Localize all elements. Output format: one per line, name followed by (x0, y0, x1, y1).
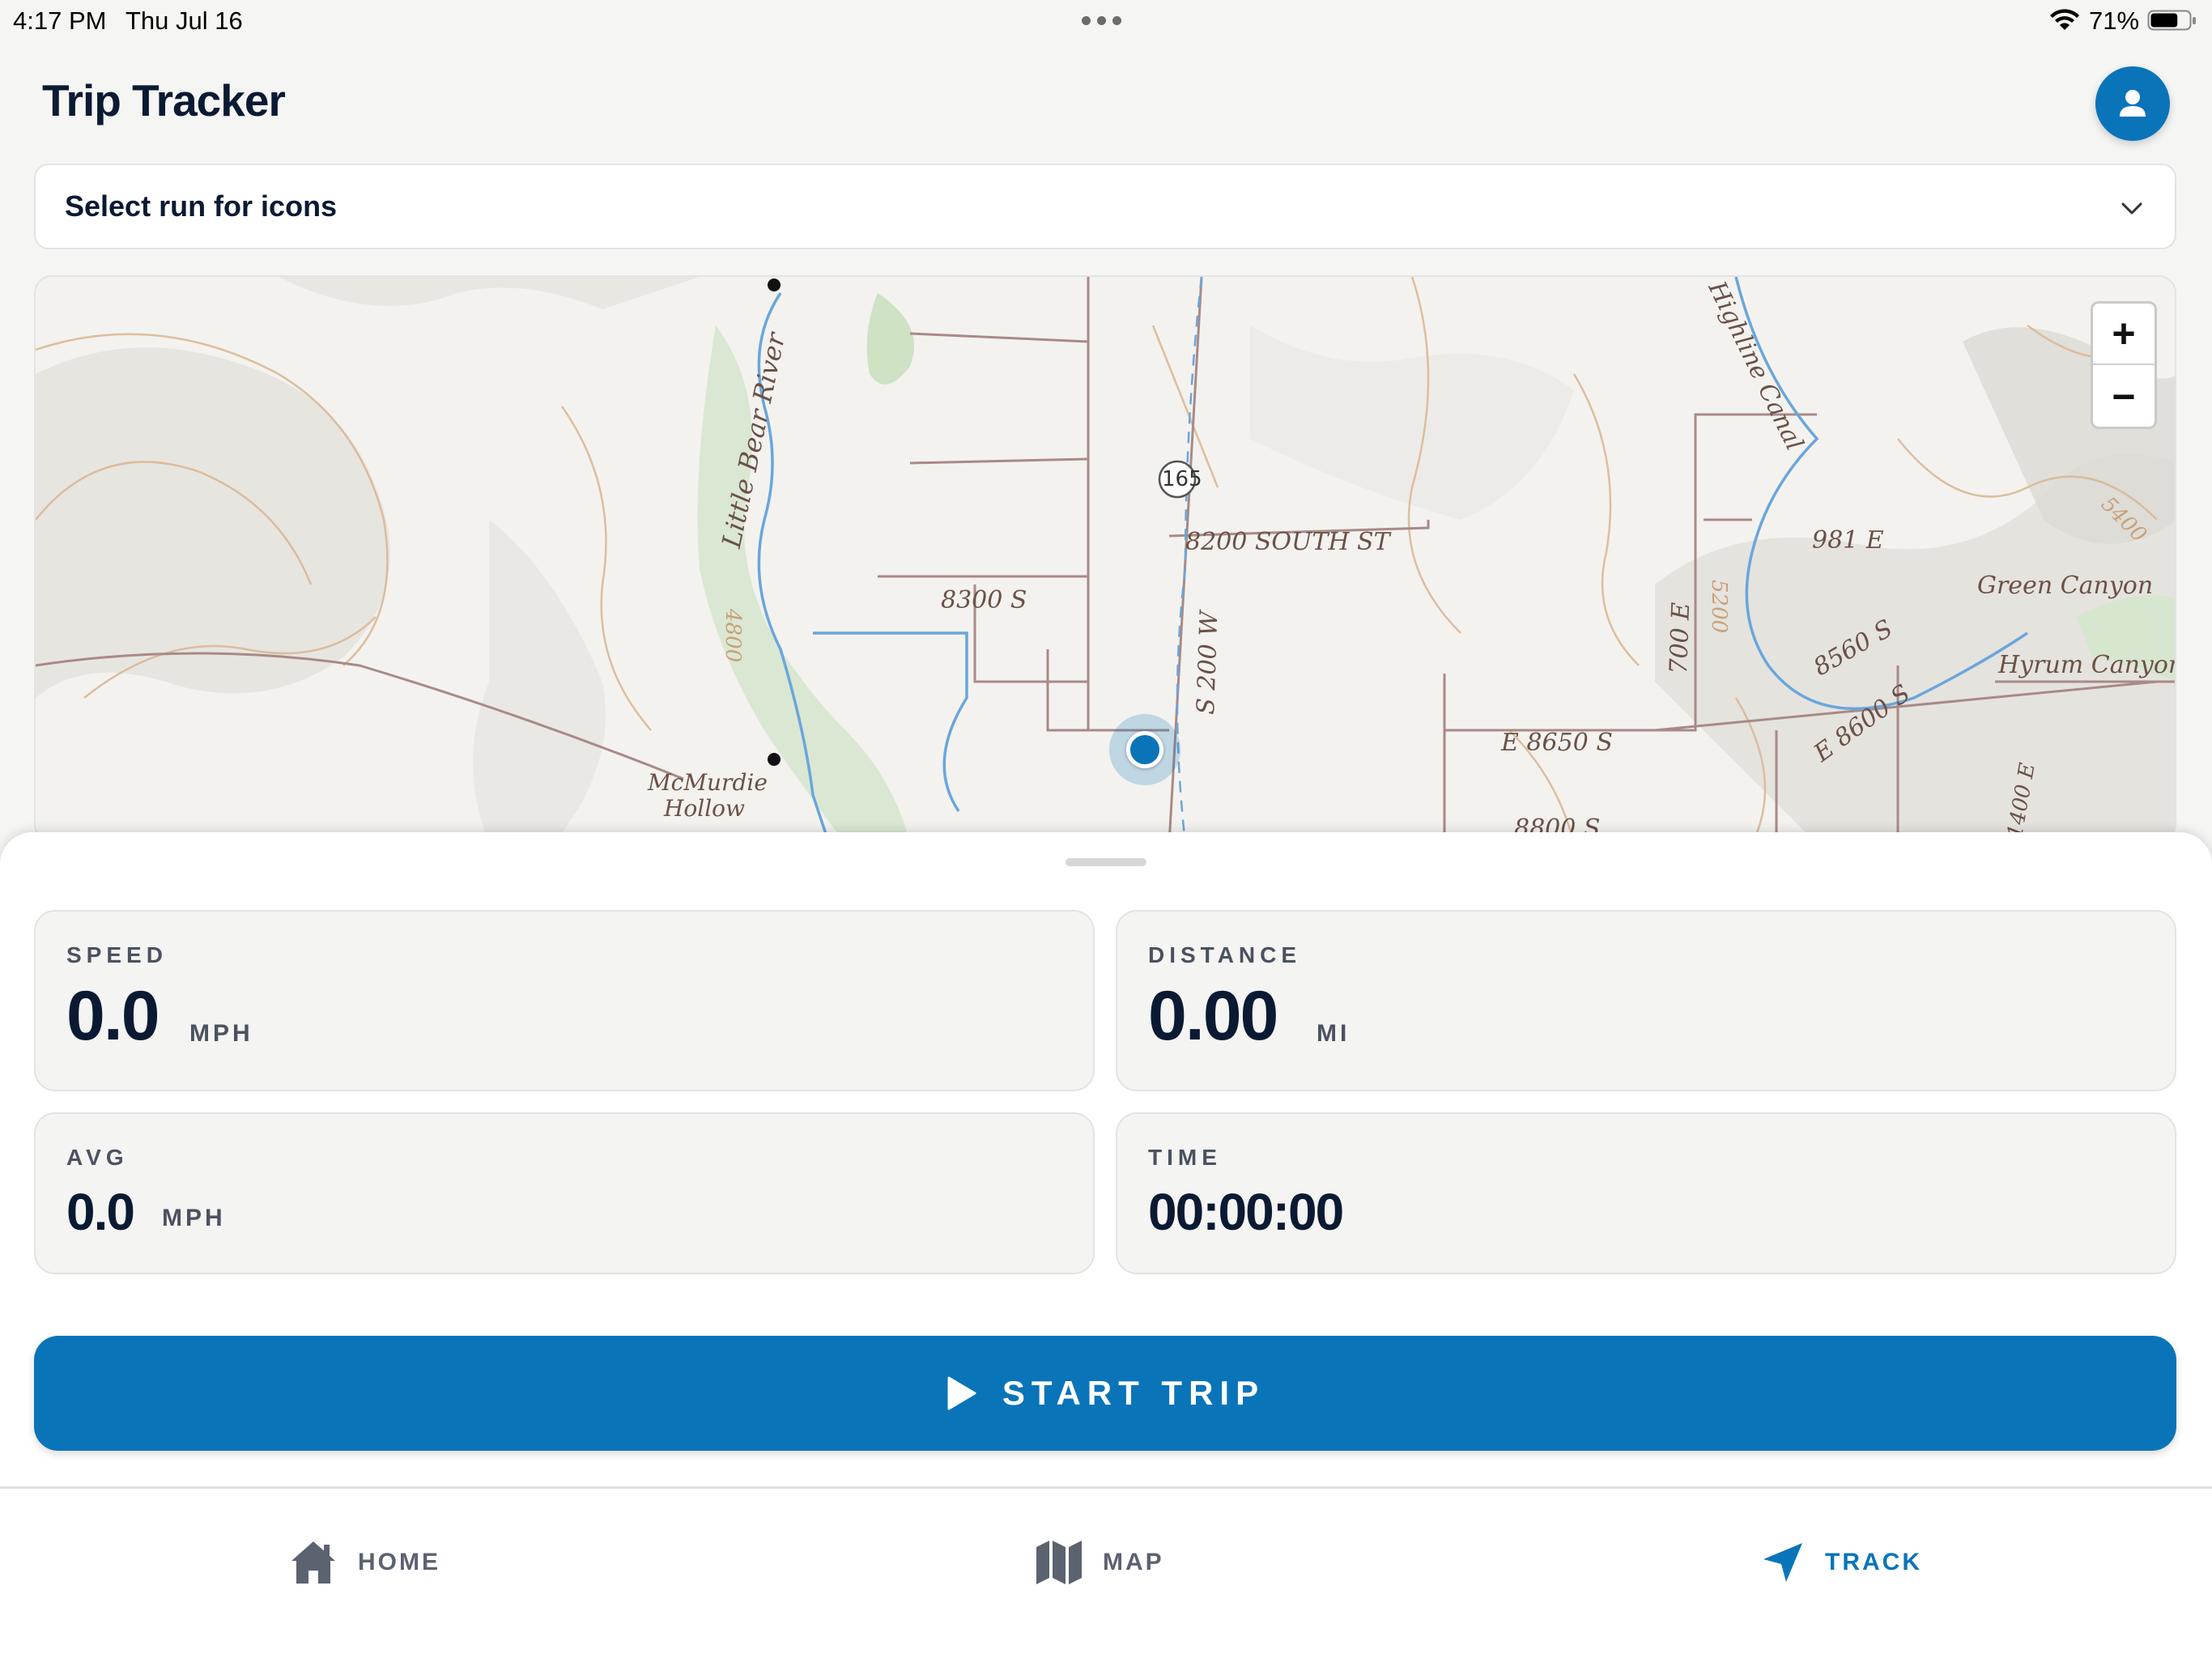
status-date: Thu Jul 16 (125, 6, 243, 35)
topo-map-terrain (36, 277, 2175, 840)
tab-track-label: TRACK (1825, 1549, 1922, 1575)
trip-tracker-screen: 4:17 PM Thu Jul 16 71% Trip Tracker Sele… (0, 0, 2212, 1658)
speed-value: 0.0 (66, 977, 160, 1055)
map-label-8200-south: 8200 SOUTH ST (1185, 528, 1390, 556)
page-title: Trip Tracker (42, 75, 286, 125)
map-icon (1036, 1541, 1082, 1584)
map-label-hyrum-canyon: Hyrum Canyon (1998, 651, 2176, 679)
zoom-in-button[interactable]: + (2093, 304, 2155, 365)
tab-map-label: MAP (1103, 1549, 1164, 1575)
home-icon (291, 1541, 335, 1584)
avg-unit: MPH (162, 1205, 226, 1231)
distance-label: DISTANCE (1148, 942, 1302, 967)
tab-home-label: HOME (358, 1549, 440, 1575)
distance-unit: MI (1317, 1020, 1351, 1047)
start-trip-label: START TRIP (1002, 1374, 1266, 1412)
tab-home[interactable]: HOME (288, 1534, 440, 1591)
wifi-icon (2050, 9, 2079, 30)
run-select-value: Select run for icons (65, 189, 338, 223)
chevron-down-icon (2121, 202, 2142, 215)
avg-speed-card: AVG 0.0 MPH (34, 1112, 1095, 1274)
status-time: 4:17 PM (13, 6, 107, 35)
map-label-route-165: 165 (1162, 467, 1202, 491)
current-location-marker (1109, 714, 1180, 785)
time-card: TIME 00:00:00 (1116, 1112, 2176, 1274)
map-label-981-e: 981 E (1812, 526, 1884, 555)
status-bar: 4:17 PM Thu Jul 16 71% (0, 0, 2212, 42)
map-label-green-canyon: Green Canyon (1977, 572, 2154, 600)
zoom-out-button[interactable]: − (2093, 366, 2155, 427)
bottom-tab-bar: HOME MAP TRACK (0, 1486, 2212, 1658)
distance-value: 0.00 (1148, 977, 1278, 1055)
speed-card: SPEED 0.0 MPH (34, 910, 1095, 1091)
multitasking-dots-icon[interactable] (1082, 15, 1130, 26)
person-icon (2120, 90, 2146, 117)
avg-label: AVG (66, 1145, 129, 1170)
distance-card: DISTANCE 0.00 MI (1116, 910, 2176, 1091)
speed-label: SPEED (66, 942, 168, 967)
time-value: 00:00:00 (1148, 1183, 1344, 1241)
map-label-elev-4800: 4800 (721, 609, 745, 663)
run-select-dropdown[interactable]: Select run for icons (34, 164, 2176, 249)
avg-value: 0.0 (66, 1183, 135, 1241)
map-label-mcmurdie: McMurdie (648, 769, 768, 796)
map-label-8300-s: 8300 S (941, 586, 1027, 614)
sheet-drag-handle[interactable] (1066, 858, 1146, 866)
map-view[interactable]: Little Bear River Highline Canal 165 820… (34, 275, 2176, 842)
map-label-s-200-w: S 200 W (1192, 610, 1224, 716)
profile-button[interactable] (2095, 66, 2170, 141)
map-label-elev-5200: 5200 (1707, 580, 1731, 634)
battery-percent: 71% (2089, 6, 2140, 35)
play-icon (947, 1376, 976, 1410)
map-label-hollow: Hollow (664, 795, 746, 822)
time-label: TIME (1148, 1145, 1222, 1170)
speed-unit: MPH (189, 1020, 253, 1047)
map-label-e-8650-s: E 8650 S (1501, 729, 1613, 757)
battery-icon (2147, 10, 2196, 31)
map-label-700-e: 700 E (1665, 602, 1696, 675)
zoom-control: + − (2091, 301, 2157, 429)
navigation-arrow-icon (1763, 1543, 1802, 1582)
tab-track[interactable]: TRACK (1760, 1534, 1922, 1591)
tab-map[interactable]: MAP (1035, 1534, 1164, 1591)
start-trip-button[interactable]: START TRIP (34, 1336, 2176, 1451)
